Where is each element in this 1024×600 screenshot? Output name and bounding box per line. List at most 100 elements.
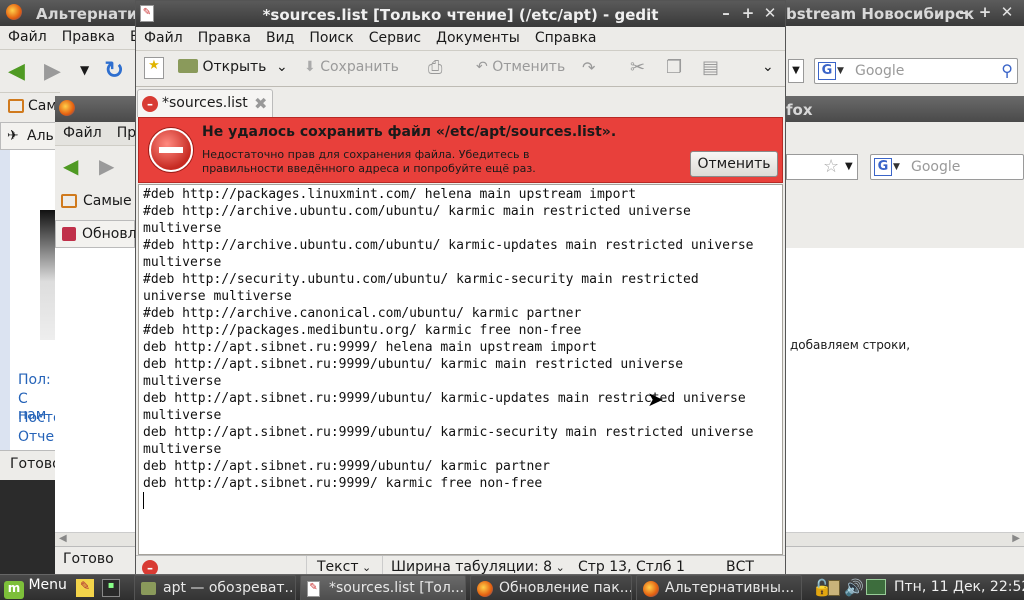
code-line: deb http://apt.sibnet.ru:9999/ helena ma… — [143, 340, 597, 355]
firefox-back-tab[interactable]: ✈ Аль — [0, 122, 56, 150]
code-line: multiverse — [143, 442, 222, 457]
terminal-launcher-icon[interactable]: ▪ — [102, 579, 120, 597]
open-button[interactable]: Открыть — [178, 59, 266, 75]
forward-arrow-icon[interactable]: ▶ — [44, 59, 61, 84]
firefox-front-title-right: fox — [786, 101, 813, 119]
copy-icon[interactable]: ❐ — [666, 57, 682, 78]
code-line: #deb http://archive.ubuntu.com/ubuntu/ k… — [143, 238, 754, 253]
sidebar-link-3[interactable]: Отче — [18, 429, 54, 445]
error-body-line1: Недостаточно прав для сохранения файла. … — [202, 148, 530, 161]
firefox-icon — [477, 581, 493, 597]
close-icon[interactable]: ✕ — [759, 4, 781, 22]
url-dropdown-icon[interactable]: ▼ — [845, 161, 853, 172]
save-button[interactable]: ⬇ Сохранить — [304, 59, 399, 75]
mouse-cursor-icon: ➤ — [647, 387, 664, 411]
network-icon[interactable] — [866, 579, 886, 595]
print-icon[interactable]: ⎙ — [428, 57, 442, 78]
menu-file[interactable]: Файл — [136, 27, 190, 46]
clock[interactable]: Птн, 11 Дек, 22:52 — [894, 579, 1024, 595]
code-line: deb http://apt.sibnet.ru:9999/ubuntu/ ka… — [143, 459, 550, 474]
undo-icon: ↶ — [476, 59, 488, 75]
task-firefox-update[interactable]: Обновление пак... — [470, 575, 632, 600]
gedit-titlebar[interactable]: ✎ *sources.list [Только чтение] (/etc/ap… — [136, 1, 785, 27]
menu-tools[interactable]: Сервис — [361, 27, 428, 46]
menu-search[interactable]: Поиск — [301, 27, 360, 46]
maximize-icon[interactable]: + — [737, 4, 759, 22]
undo-button[interactable]: ↶ Отменить — [476, 59, 565, 75]
history-dropdown-icon[interactable]: ▼ — [80, 63, 89, 77]
firefox-icon — [59, 100, 75, 116]
edit-launcher-icon[interactable]: ✎ — [76, 579, 94, 597]
firefox-front-search[interactable]: G ▼ Google — [870, 154, 1024, 180]
open-dropdown-icon[interactable]: ⌄ — [276, 59, 288, 75]
firefox-back-titlebar-right: bstream Новосибирск – + ✕ — [786, 0, 1024, 26]
url-bar-end[interactable]: ☆ ▼ — [786, 154, 858, 180]
code-line: #deb http://archive.ubuntu.com/ubuntu/ k… — [143, 204, 691, 219]
cancel-button[interactable]: Отменить — [690, 151, 778, 177]
search-placeholder: Google — [855, 63, 905, 79]
gedit-tab[interactable]: – *sources.list ✖ — [137, 89, 273, 117]
google-icon: G — [818, 62, 836, 80]
code-line: deb http://apt.sibnet.ru:9999/ubuntu/ ka… — [143, 425, 754, 440]
menu-edit[interactable]: Пр — [109, 122, 135, 141]
firefox-front-bookmarks: Самые — [55, 188, 135, 216]
maximize-icon[interactable]: + — [974, 3, 996, 21]
minimize-icon[interactable]: – — [952, 3, 974, 21]
menu-edit[interactable]: Правка — [190, 27, 258, 46]
cut-icon[interactable]: ✂ — [630, 57, 645, 78]
code-line: multiverse — [143, 255, 222, 270]
menu-documents[interactable]: Документы — [428, 27, 527, 46]
code-lines: #deb http://packages.linuxmint.com/ hele… — [143, 186, 782, 509]
firefox-back-status: Готово — [0, 450, 61, 480]
menu-file[interactable]: Файл — [0, 26, 54, 45]
back-arrow-icon[interactable]: ◀ — [8, 59, 25, 84]
scroll-left-icon[interactable]: ◀ — [59, 533, 67, 544]
sidebar-link-0[interactable]: Пол: — [18, 372, 51, 388]
firefox-icon — [6, 4, 22, 20]
search-icon[interactable]: ⚲ — [1001, 61, 1013, 80]
tab-close-icon[interactable]: ✖ — [254, 94, 267, 113]
firefox-icon — [643, 581, 659, 597]
tab-icon: ✈ — [7, 128, 19, 144]
mint-menu-button[interactable]: m Menu — [4, 577, 67, 599]
url-dropdown-icon[interactable]: ▼ — [788, 59, 804, 83]
firefox-back-navbar: ◀ ▶ ▼ ↻ — [0, 50, 140, 92]
gedit-title: *sources.list [Только чтение] (/etc/apt)… — [262, 6, 659, 24]
new-document-icon[interactable]: ★ — [144, 57, 164, 79]
menu-file[interactable]: Файл — [55, 122, 109, 141]
close-icon[interactable]: ✕ — [996, 3, 1018, 21]
menu-view[interactable]: Вид — [258, 27, 301, 46]
code-line: deb http://apt.sibnet.ru:9999/ubuntu/ ka… — [143, 391, 746, 406]
paste-icon[interactable]: ▤ — [702, 57, 719, 78]
clipboard-icon[interactable] — [828, 580, 840, 596]
save-icon: ⬇ — [304, 59, 316, 75]
volume-icon[interactable]: 🔊 — [844, 578, 864, 597]
star-icon[interactable]: ☆ — [823, 156, 839, 177]
minimize-icon[interactable]: – — [715, 4, 737, 22]
task-apt-browser[interactable]: apt — обозреват... — [134, 575, 296, 600]
error-tab-icon: – — [142, 96, 158, 112]
task-firefox-alt[interactable]: Альтернативны... — [636, 575, 802, 600]
firefox-back-search[interactable]: G ▼ Google ⚲ — [814, 58, 1018, 84]
bookmark-label[interactable]: Самые — [83, 193, 132, 209]
back-arrow-icon[interactable]: ◀ — [63, 154, 78, 178]
code-line: multiverse — [143, 374, 222, 389]
task-gedit[interactable]: ✎ *sources.list [Тол... — [300, 575, 466, 600]
reload-icon[interactable]: ↻ — [104, 56, 124, 84]
forward-arrow-icon[interactable]: ▶ — [99, 154, 114, 178]
gedit-tab-strip: – *sources.list ✖ — [136, 87, 785, 117]
mint-logo-icon: m — [4, 581, 24, 599]
bookmark-label[interactable]: Сам — [28, 98, 57, 114]
text-editor[interactable]: #deb http://packages.linuxmint.com/ hele… — [138, 184, 783, 555]
gedit-window: ✎ *sources.list [Только чтение] (/etc/ap… — [135, 0, 786, 580]
code-line: deb http://apt.sibnet.ru:9999/ubuntu/ ka… — [143, 357, 684, 372]
firefox-back-bookmarks: Сам — [0, 92, 60, 120]
error-infobar: Не удалось сохранить файл «/etc/apt/sour… — [138, 117, 783, 183]
toolbar-overflow-icon[interactable]: ⌄ — [762, 59, 774, 75]
firefox-front-tab[interactable]: Обновл — [55, 220, 137, 248]
menu-help[interactable]: Справка — [527, 27, 604, 46]
gedit-icon: ✎ — [307, 581, 320, 597]
scroll-right-icon[interactable]: ▶ — [1012, 533, 1020, 544]
redo-icon[interactable]: ↷ — [582, 58, 595, 77]
menu-edit[interactable]: Правка — [54, 26, 122, 45]
